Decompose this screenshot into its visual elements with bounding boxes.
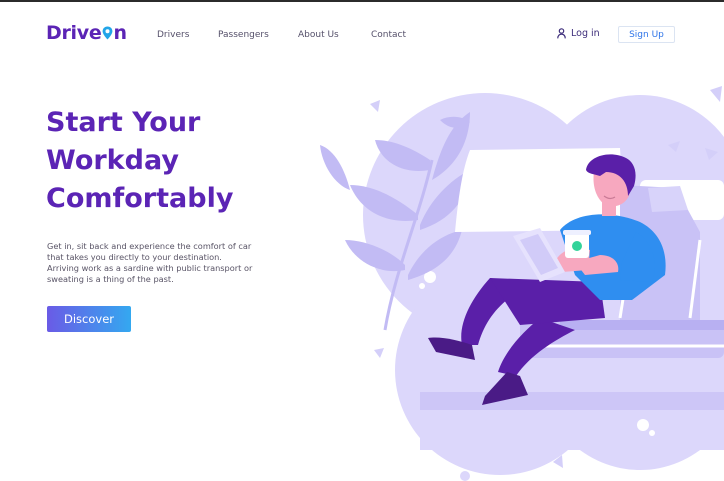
- discover-button[interactable]: Discover: [47, 306, 131, 332]
- login-label: Log in: [571, 28, 600, 39]
- brand-logo[interactable]: Drive n: [46, 22, 127, 44]
- hero-headline-line: Comfortably: [46, 183, 234, 214]
- brand-logo-text-start: Drive: [46, 22, 102, 44]
- signup-button[interactable]: Sign Up: [618, 26, 675, 43]
- hero-description-line: Arriving work as a sardine with public t…: [47, 263, 253, 273]
- user-icon: [557, 28, 566, 39]
- hero-description-line: sweating is a thing of the past.: [47, 274, 174, 284]
- nav-link-contact[interactable]: Contact: [371, 30, 406, 40]
- hero-description-line: that takes you directly to your destinat…: [47, 252, 222, 262]
- hero-headline: Start Your Workday Comfortably: [46, 104, 233, 218]
- nav-link-about-us[interactable]: About Us: [298, 30, 339, 40]
- hero-headline-line: Start Your: [46, 107, 201, 138]
- location-pin-icon: [103, 26, 113, 40]
- brand-logo-text-end: n: [113, 22, 127, 44]
- hero-description: Get in, sit back and experience the comf…: [47, 241, 262, 285]
- nav-link-drivers[interactable]: Drivers: [157, 30, 189, 40]
- hero-illustration: [320, 86, 724, 481]
- hero-description-line: Get in, sit back and experience the comf…: [47, 241, 252, 251]
- login-link[interactable]: Log in: [557, 28, 600, 39]
- window-top-border: [0, 0, 724, 2]
- hero-headline-line: Workday: [46, 145, 179, 176]
- nav-link-passengers[interactable]: Passengers: [218, 30, 269, 40]
